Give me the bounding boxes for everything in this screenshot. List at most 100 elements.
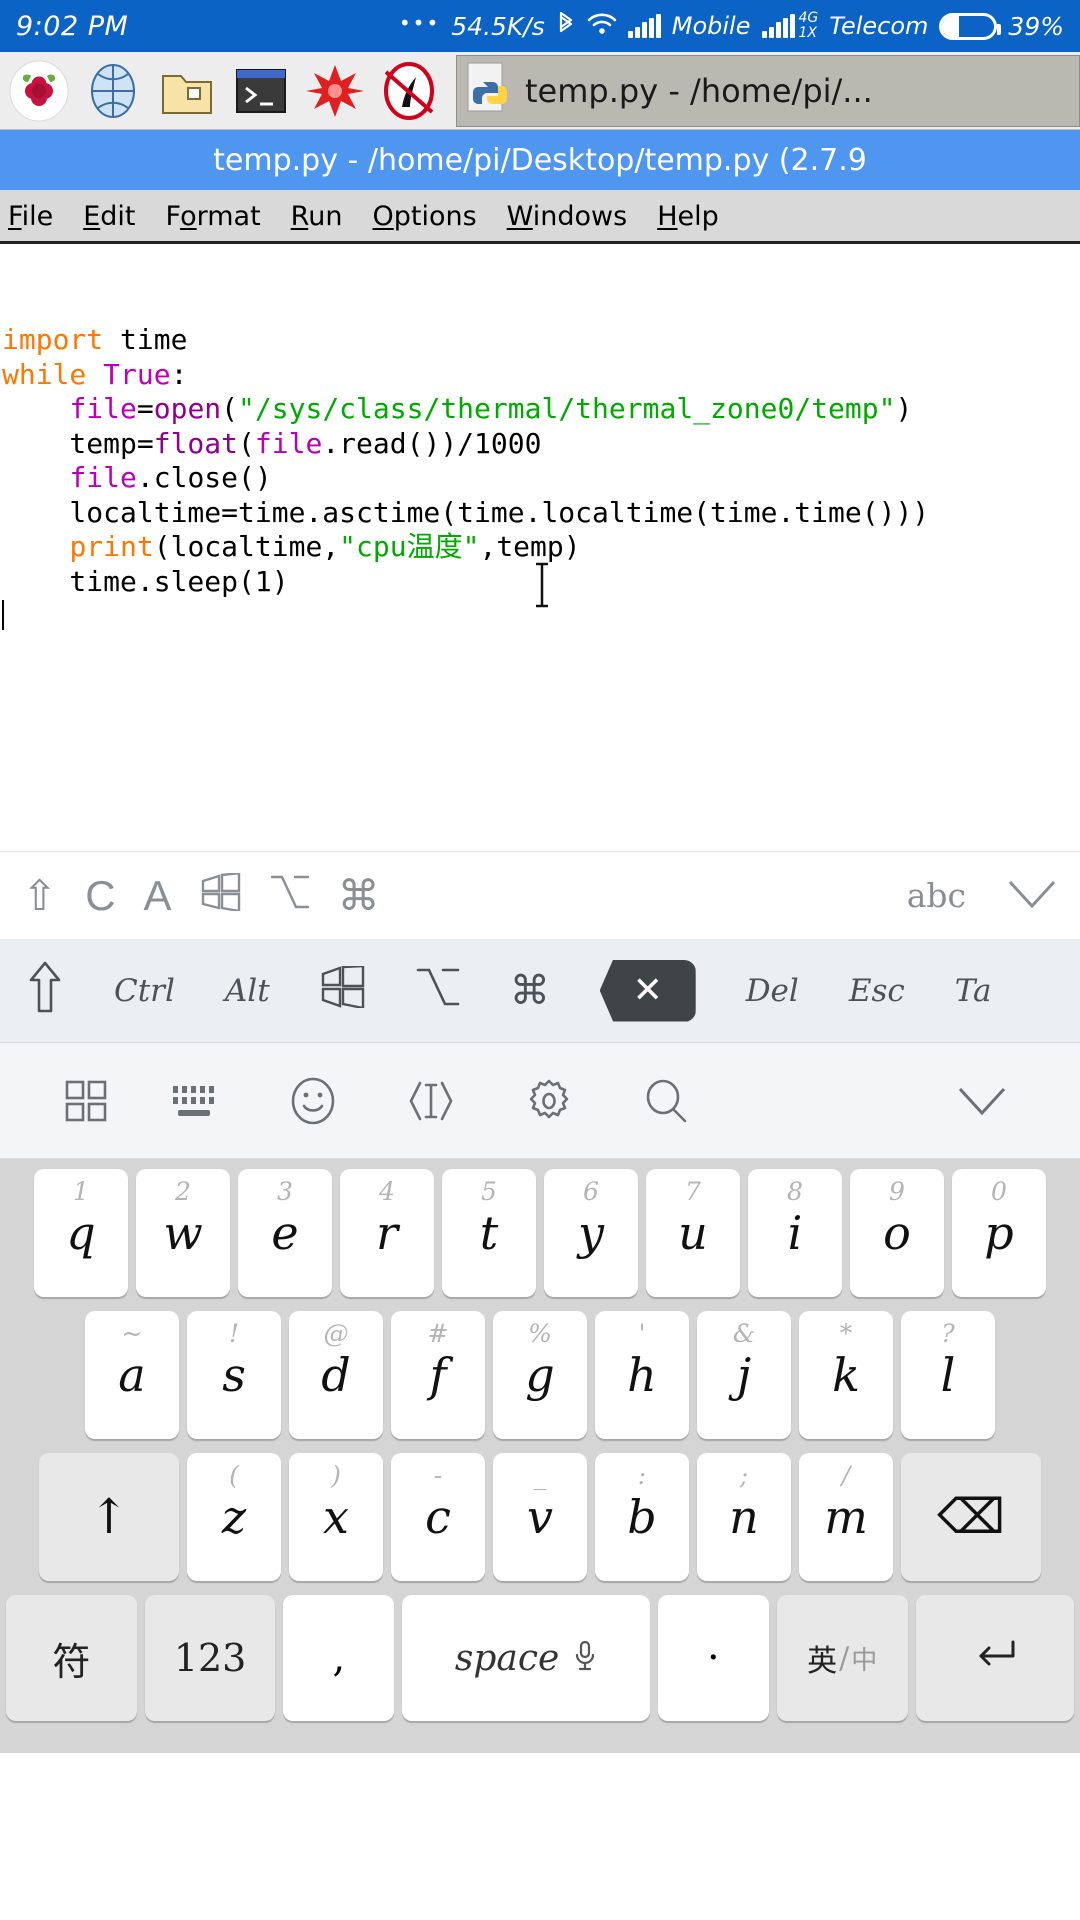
ctrl-letter-icon[interactable]: C bbox=[85, 874, 115, 917]
code-token: : bbox=[170, 357, 188, 391]
lang-key-separator: / bbox=[839, 1640, 850, 1676]
collapse-chevron-down-icon[interactable] bbox=[922, 1085, 1042, 1117]
tab-key[interactable]: Ta bbox=[955, 973, 992, 1009]
key-h[interactable]: ' h bbox=[595, 1311, 689, 1439]
command-icon[interactable]: ⌘ bbox=[338, 874, 380, 917]
key-m[interactable]: / m bbox=[799, 1453, 893, 1581]
language-toggle-key[interactable]: 英 / 中 bbox=[776, 1595, 908, 1721]
taskbar-window-button[interactable]: temp.py - /home/pi/... bbox=[456, 54, 1080, 127]
backspace-key[interactable]: ⌫ bbox=[901, 1453, 1041, 1581]
menu-edit[interactable]: Edit bbox=[83, 201, 135, 232]
symbols-key[interactable]: 符 bbox=[6, 1595, 137, 1721]
menu-windows[interactable]: Windows bbox=[507, 201, 628, 232]
key-hint: ; bbox=[739, 1461, 749, 1490]
keyboard-layout-icon[interactable] bbox=[134, 1082, 254, 1120]
file-manager-icon[interactable] bbox=[154, 58, 220, 124]
modifier-bar-secondary: Ctrl Alt ⌘ ✕ Del Esc Ta bbox=[0, 939, 1080, 1043]
windows-key[interactable] bbox=[320, 964, 366, 1015]
network-type-line1: 4G bbox=[798, 10, 819, 26]
key-f[interactable]: # f bbox=[391, 1311, 485, 1439]
code-token: .close() bbox=[136, 461, 272, 494]
microphone-icon[interactable] bbox=[573, 1639, 597, 1677]
key-label: s bbox=[222, 1348, 246, 1402]
key-b[interactable]: :b bbox=[595, 1453, 689, 1581]
menu-file[interactable]: File bbox=[8, 201, 53, 232]
command-key[interactable]: ⌘ bbox=[510, 971, 550, 1011]
key-z[interactable]: (z bbox=[187, 1453, 281, 1581]
apps-grid-icon[interactable] bbox=[38, 1079, 134, 1123]
cursor-move-icon[interactable] bbox=[372, 1079, 490, 1123]
menu-run[interactable]: Run bbox=[291, 201, 343, 232]
del-key[interactable]: Del bbox=[746, 973, 799, 1009]
emoji-icon[interactable] bbox=[254, 1076, 372, 1126]
key-label: y bbox=[578, 1206, 604, 1260]
space-key[interactable]: space bbox=[402, 1595, 650, 1721]
terminal-icon[interactable] bbox=[228, 58, 294, 124]
mathematica-icon[interactable] bbox=[302, 58, 368, 124]
key-c[interactable]: -c bbox=[391, 1453, 485, 1581]
abc-mode-label[interactable]: abc bbox=[907, 876, 966, 915]
key-t[interactable]: 5t bbox=[442, 1169, 536, 1297]
shift-icon[interactable]: ⇧ bbox=[22, 874, 57, 917]
key-r[interactable]: 4r bbox=[340, 1169, 434, 1297]
backspace-key[interactable]: ✕ bbox=[599, 959, 696, 1022]
numbers-key[interactable]: 123 bbox=[144, 1595, 276, 1721]
bluetooth-icon bbox=[556, 10, 576, 42]
alt-key[interactable]: Alt bbox=[225, 973, 270, 1009]
key-d[interactable]: @ d bbox=[289, 1311, 383, 1439]
period-key[interactable]: · bbox=[657, 1595, 769, 1721]
key-j[interactable]: & j bbox=[697, 1311, 791, 1439]
settings-gear-icon[interactable] bbox=[490, 1078, 608, 1124]
enter-key[interactable] bbox=[915, 1595, 1074, 1721]
code-line: time.sleep(1) bbox=[2, 565, 1080, 600]
key-label: v bbox=[527, 1490, 553, 1544]
esc-key[interactable]: Esc bbox=[849, 973, 905, 1009]
key-hint: 3 bbox=[277, 1177, 293, 1206]
key-label: j bbox=[736, 1348, 752, 1402]
battery-percent-label: 39% bbox=[1008, 11, 1064, 41]
code-editor[interactable]: import time while True: file=open("/sys/c… bbox=[0, 244, 1080, 851]
web-browser-icon[interactable] bbox=[80, 58, 146, 124]
shift-key[interactable] bbox=[26, 960, 64, 1021]
option-key[interactable] bbox=[416, 965, 460, 1016]
key-n[interactable]: ; n bbox=[697, 1453, 791, 1581]
key-hint: % bbox=[528, 1319, 552, 1348]
carrier-primary-label: Mobile bbox=[671, 12, 751, 40]
key-l[interactable]: ? l bbox=[901, 1311, 995, 1439]
wolfram-icon[interactable] bbox=[376, 58, 442, 124]
key-e[interactable]: 3e bbox=[238, 1169, 332, 1297]
key-u[interactable]: 7u bbox=[646, 1169, 740, 1297]
menu-help[interactable]: Help bbox=[657, 201, 719, 232]
key-y[interactable]: 6y bbox=[544, 1169, 638, 1297]
window-title-bar[interactable]: temp.py - /home/pi/Desktop/temp.py (2.7.… bbox=[0, 130, 1080, 192]
key-q[interactable]: 1q bbox=[34, 1169, 128, 1297]
key-label: l bbox=[940, 1348, 956, 1402]
key-v[interactable]: _ v bbox=[493, 1453, 587, 1581]
modifier-bar-primary: ⇧ C A ⌘ abc bbox=[0, 851, 1080, 939]
key-label: g bbox=[525, 1348, 555, 1402]
key-k[interactable]: * k bbox=[799, 1311, 893, 1439]
option-icon[interactable] bbox=[270, 873, 310, 918]
search-icon[interactable] bbox=[608, 1078, 726, 1124]
raspberry-pi-menu-icon[interactable] bbox=[6, 58, 72, 124]
key-s[interactable]: ! s bbox=[187, 1311, 281, 1439]
key-g[interactable]: % g bbox=[493, 1311, 587, 1439]
status-clock: 9:02 PM bbox=[16, 10, 129, 42]
comma-key[interactable]: , bbox=[283, 1595, 395, 1721]
key-label: x bbox=[323, 1490, 349, 1544]
key-x[interactable]: ) x bbox=[289, 1453, 383, 1581]
key-i[interactable]: 8i bbox=[748, 1169, 842, 1297]
key-a[interactable]: ~ a bbox=[85, 1311, 179, 1439]
ctrl-key[interactable]: Ctrl bbox=[114, 973, 175, 1009]
alt-letter-icon[interactable]: A bbox=[144, 874, 172, 917]
key-w[interactable]: 2w bbox=[136, 1169, 230, 1297]
key-p[interactable]: 0p bbox=[952, 1169, 1046, 1297]
menu-format[interactable]: Format bbox=[166, 201, 261, 232]
chevron-down-icon[interactable] bbox=[1006, 875, 1058, 917]
key-o[interactable]: 9o bbox=[850, 1169, 944, 1297]
windows-icon[interactable] bbox=[200, 871, 242, 918]
key-label: b bbox=[627, 1490, 657, 1544]
menu-options[interactable]: Options bbox=[372, 201, 476, 232]
shift-key[interactable]: ↑ bbox=[39, 1453, 179, 1581]
